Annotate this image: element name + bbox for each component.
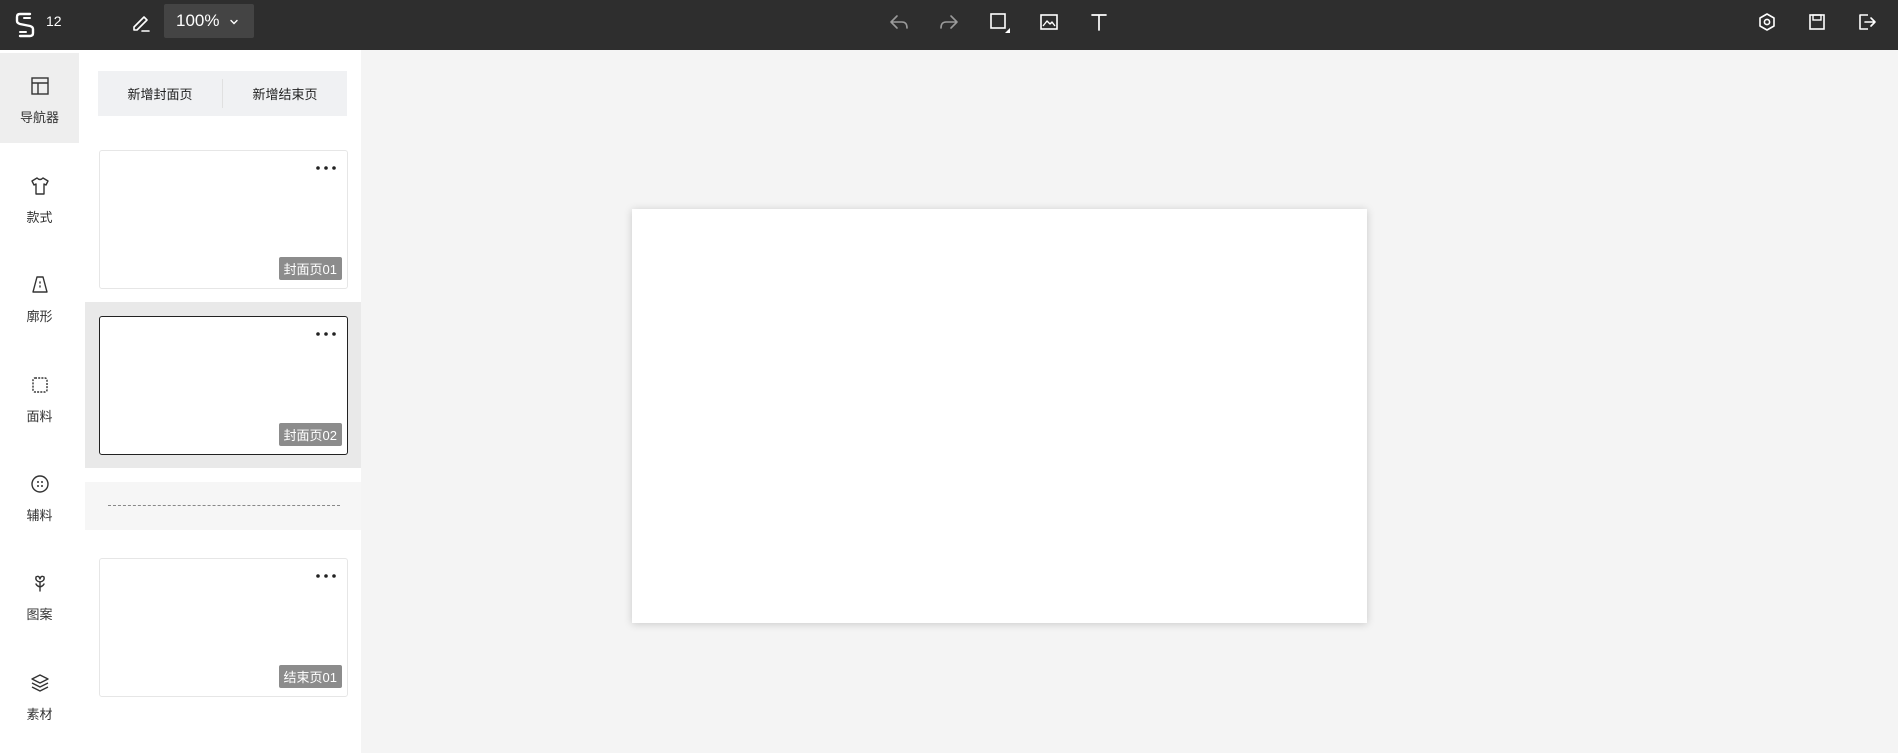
page-tag: 封面页01 — [278, 257, 342, 280]
rail-item-label: 辅料 — [26, 508, 53, 523]
exit-icon — [1859, 14, 1876, 30]
text-tool[interactable] — [1085, 8, 1113, 36]
rail-item-label: 导航器 — [19, 110, 59, 125]
page-thumbnail[interactable]: 封面页02 — [99, 316, 348, 455]
undo-icon — [890, 15, 908, 29]
design-canvas[interactable] — [632, 209, 1367, 623]
layout-icon — [30, 77, 49, 95]
dashed-divider-line — [108, 505, 340, 506]
edit-pen-icon[interactable] — [128, 9, 154, 35]
add-page-buttons: 新增封面页 新增结束页 — [98, 71, 347, 116]
redo-button[interactable] — [935, 8, 963, 36]
page-navigator-panel: 新增封面页 新增结束页 封面页01 封面页02 结束页01 — [79, 50, 361, 753]
more-options-icon[interactable] — [315, 329, 337, 339]
page-thumbnail-wrapper-selected: 封面页02 — [85, 302, 361, 468]
add-cover-page-button[interactable]: 新增封面页 — [98, 71, 222, 116]
page-tag: 结束页01 — [278, 665, 342, 688]
preview-button[interactable] — [1753, 8, 1781, 36]
chevron-down-icon — [230, 19, 238, 25]
shirt-icon — [30, 177, 49, 195]
rectangle-icon — [990, 13, 1010, 33]
rail-item-pattern[interactable]: 图案 — [0, 550, 79, 640]
more-options-icon[interactable] — [315, 163, 337, 173]
more-options-icon[interactable] — [315, 571, 337, 581]
cover-end-divider — [85, 482, 361, 530]
save-button[interactable] — [1803, 8, 1831, 36]
layers-icon — [30, 674, 49, 692]
rail-item-label: 面料 — [26, 409, 53, 424]
rail-item-label: 廓形 — [26, 309, 53, 324]
zoom-value: 100% — [176, 11, 220, 30]
rail-item-silhouette[interactable]: 廓形 — [0, 252, 79, 342]
top-toolbar: 12 100% — [0, 0, 1898, 50]
exit-button[interactable] — [1853, 8, 1881, 36]
rail-item-label: 素材 — [26, 707, 53, 722]
preview-icon — [1759, 13, 1775, 31]
rail-item-label: 款式 — [26, 210, 53, 225]
fabric-icon — [31, 377, 48, 393]
rectangle-tool[interactable] — [985, 8, 1013, 36]
save-icon — [1809, 14, 1825, 30]
button-icon — [30, 475, 49, 493]
document-number: 12 — [46, 13, 62, 29]
page-thumbnail[interactable]: 封面页01 — [99, 150, 348, 289]
pattern-icon — [34, 575, 45, 592]
redo-icon — [940, 15, 958, 29]
add-end-page-button[interactable]: 新增结束页 — [223, 71, 347, 116]
page-thumbnail-wrapper: 封面页01 — [85, 136, 361, 302]
logo-icon[interactable] — [12, 9, 38, 41]
page-thumbnail[interactable]: 结束页01 — [99, 558, 348, 697]
zoom-select[interactable]: 100% — [164, 4, 254, 38]
rail-item-label: 图案 — [26, 607, 53, 622]
rail-item-materials[interactable]: 素材 — [0, 650, 79, 740]
rail-item-fabric[interactable]: 面料 — [0, 352, 79, 442]
image-tool[interactable] — [1035, 8, 1063, 36]
text-icon — [1091, 14, 1107, 31]
rail-item-style[interactable]: 款式 — [0, 153, 79, 243]
page-tag: 封面页02 — [278, 423, 342, 446]
silhouette-icon — [31, 276, 48, 293]
left-nav-rail: 导航器 款式 廓形 面料 辅料 图案 素材 — [0, 50, 79, 753]
rail-item-trims[interactable]: 辅料 — [0, 451, 79, 541]
undo-button[interactable] — [885, 8, 913, 36]
image-icon — [1040, 14, 1058, 30]
rail-item-navigator[interactable]: 导航器 — [0, 53, 79, 143]
page-thumbnail-wrapper: 结束页01 — [85, 544, 361, 710]
